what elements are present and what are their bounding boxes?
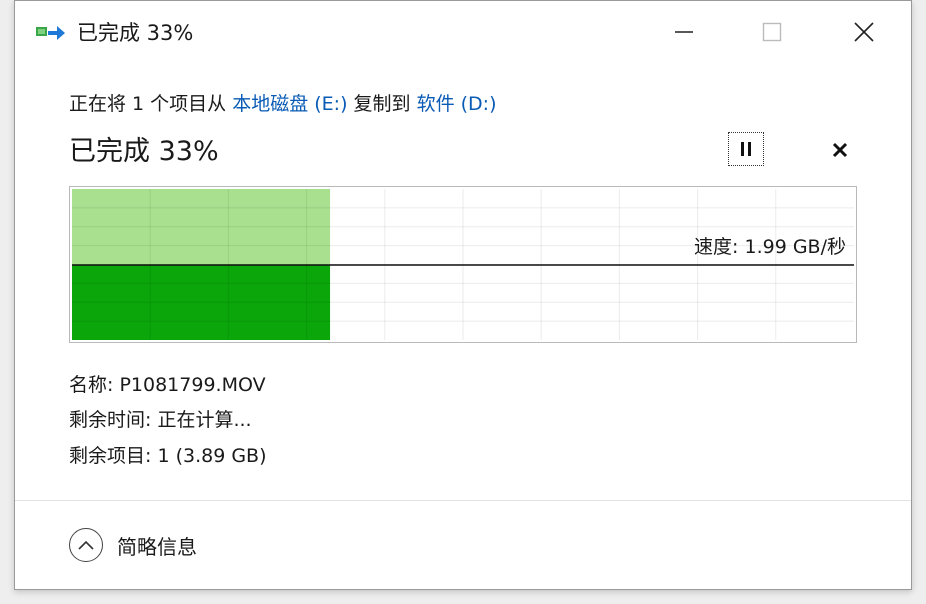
pause-icon [741, 142, 751, 156]
progress-chart [72, 189, 854, 340]
maximize-icon [762, 22, 782, 42]
close-button[interactable] [833, 1, 895, 63]
detail-name: 名称: P1081799.MOV [69, 370, 266, 397]
time-label: 剩余时间: [69, 409, 152, 431]
operation-description: 正在将 1 个项目从 本地磁盘 (E:) 复制到 软件 (D:) [69, 89, 497, 116]
time-value: 正在计算... [157, 409, 252, 431]
chevron-up-icon[interactable] [69, 528, 103, 562]
destination-link[interactable]: 软件 (D:) [417, 93, 497, 115]
window-title: 已完成 33% [77, 21, 194, 45]
minimize-icon [675, 31, 693, 33]
cancel-button[interactable] [825, 135, 855, 165]
less-info-label[interactable]: 简略信息 [117, 531, 197, 560]
operation-middle: 复制到 [347, 93, 417, 115]
file-copy-icon [35, 21, 67, 43]
name-label: 名称: [69, 374, 114, 396]
operation-prefix: 正在将 1 个项目从 [69, 93, 233, 115]
speed-label: 速度: 1.99 GB/秒 [694, 236, 846, 258]
transfer-speed-graph: 速度: 1.99 GB/秒 [69, 186, 857, 343]
minimize-button[interactable] [653, 1, 715, 63]
items-value: 1 (3.89 GB) [157, 445, 267, 467]
pause-button[interactable] [728, 132, 764, 166]
less-info-toggle[interactable]: 简略信息 [69, 528, 197, 562]
progress-title: 已完成 33% [69, 136, 219, 167]
items-label: 剩余项目: [69, 445, 152, 467]
footer-divider [15, 500, 911, 501]
maximize-button[interactable] [741, 1, 803, 63]
title-bar[interactable]: 已完成 33% [15, 1, 911, 63]
detail-time-remaining: 剩余时间: 正在计算... [69, 405, 252, 432]
name-value: P1081799.MOV [119, 374, 266, 396]
copy-dialog-window: 已完成 33% 正在将 1 个项目从 本地磁盘 (E:) 复制到 软件 (D:)… [14, 0, 912, 590]
source-link[interactable]: 本地磁盘 (E:) [232, 93, 347, 115]
cancel-icon [832, 142, 848, 158]
detail-items-remaining: 剩余项目: 1 (3.89 GB) [69, 441, 267, 468]
close-icon [854, 22, 874, 42]
